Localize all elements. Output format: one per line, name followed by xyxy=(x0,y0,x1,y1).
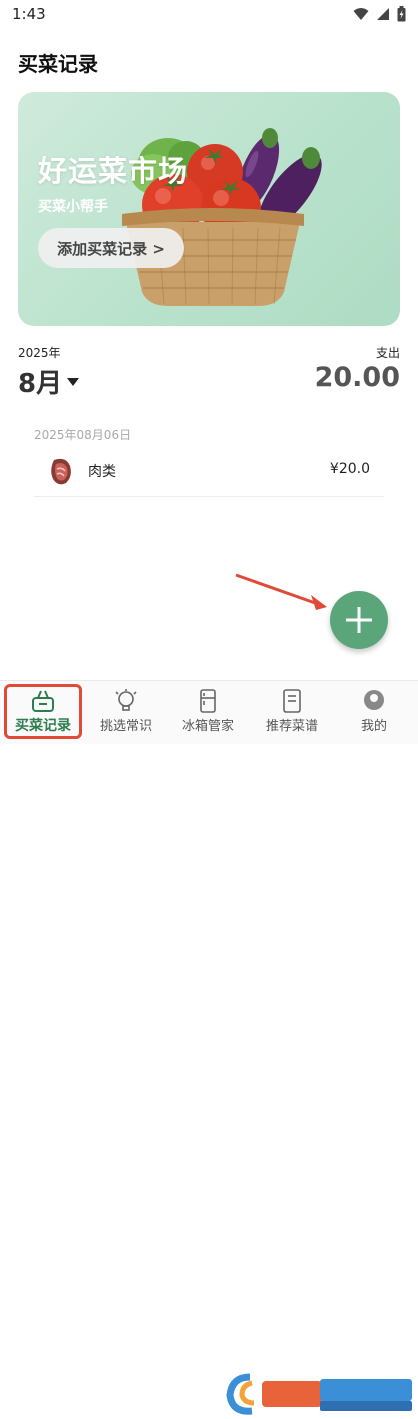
lightbulb-icon xyxy=(115,689,137,711)
promo-banner[interactable]: 好运菜市场 买菜小帮手 添加买菜记录 > xyxy=(18,92,400,326)
plus-icon xyxy=(346,607,372,633)
status-bar: 1:43 xyxy=(0,0,418,30)
nav-item-purchase-records[interactable]: 买菜记录 xyxy=(3,685,83,741)
dropdown-caret-icon xyxy=(67,377,80,386)
profile-icon xyxy=(364,690,384,710)
page-title: 买菜记录 xyxy=(18,52,98,76)
bottom-nav: 买菜记录 挑选常识 冰箱管家 推荐菜谱 我的 xyxy=(0,680,418,1415)
meat-icon xyxy=(51,458,71,485)
battery-icon xyxy=(397,6,406,22)
month-selector[interactable]: 8月 xyxy=(18,363,80,400)
nav-item-profile[interactable]: 我的 xyxy=(334,685,414,741)
book-icon xyxy=(283,689,301,713)
record-date: 2025年08月06日 xyxy=(34,428,132,442)
add-record-fab[interactable] xyxy=(330,591,388,649)
record-item[interactable]: 肉类 ¥20.0 xyxy=(34,450,384,497)
record-item-amount: ¥20.0 xyxy=(329,461,370,477)
status-icons xyxy=(353,6,406,22)
basket-icon xyxy=(32,690,54,712)
banner-title: 好运菜市场 xyxy=(38,154,189,188)
signal-icon xyxy=(377,8,389,20)
watermark-logo xyxy=(226,1373,412,1415)
fridge-icon xyxy=(200,689,216,713)
add-record-button[interactable]: 添加买菜记录 > xyxy=(38,228,184,268)
record-item-name: 肉类 xyxy=(88,464,116,480)
year-label: 2025年 xyxy=(18,346,61,360)
nav-item-selection-tips[interactable]: 挑选常识 xyxy=(86,685,166,741)
status-time: 1:43 xyxy=(12,5,46,23)
nav-label: 挑选常识 xyxy=(99,719,152,734)
nav-item-fridge-manager[interactable]: 冰箱管家 xyxy=(168,685,248,741)
nav-label: 推荐菜谱 xyxy=(265,719,318,734)
nav-label: 我的 xyxy=(360,719,387,734)
expense-total: 20.00 xyxy=(314,362,400,393)
nav-label: 冰箱管家 xyxy=(181,719,234,734)
wifi-icon xyxy=(353,8,369,20)
banner-subtitle: 买菜小帮手 xyxy=(38,199,108,215)
nav-item-recipes[interactable]: 推荐菜谱 xyxy=(252,685,332,741)
expense-label: 支出 xyxy=(375,346,400,360)
nav-label: 买菜记录 xyxy=(15,718,71,734)
month-label: 8月 xyxy=(18,369,63,399)
